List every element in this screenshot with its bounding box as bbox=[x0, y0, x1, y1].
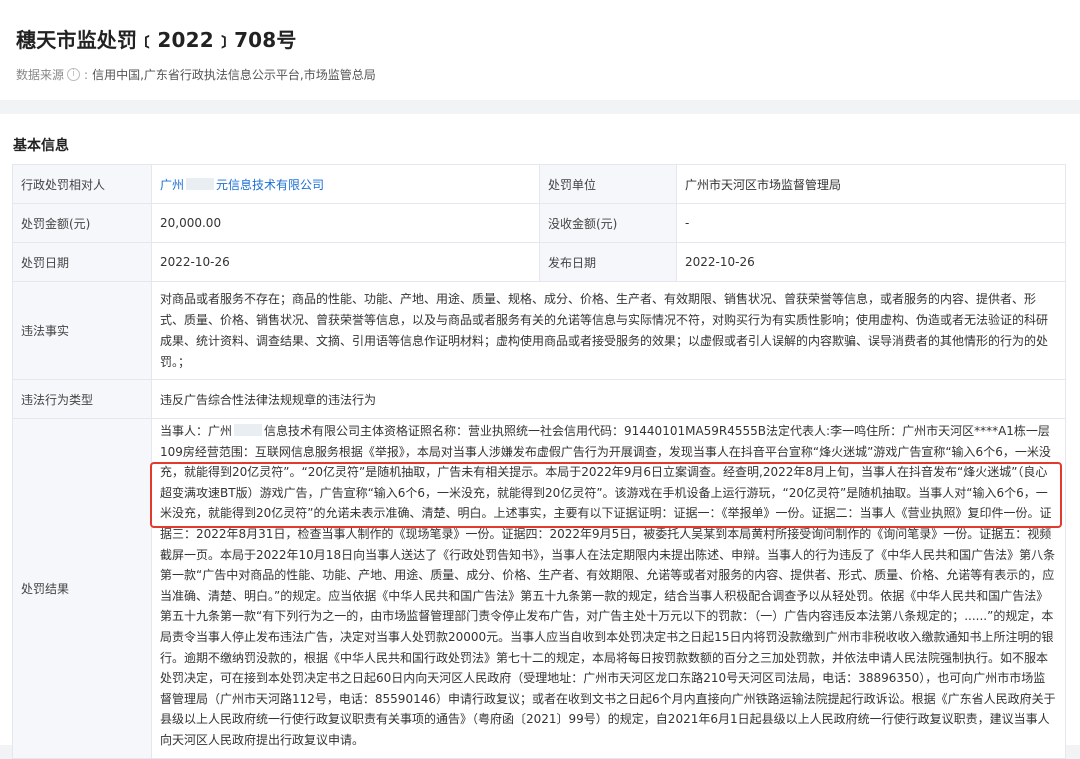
penalty-result-text: 当事人：广州 信息技术有限公司主体资格证照名称：营业执照统一社会信用代码：9144… bbox=[150, 419, 1062, 753]
label-confiscation: 没收金额(元) bbox=[539, 203, 677, 243]
penalty-result-prefix: 当事人：广州 bbox=[160, 424, 233, 438]
label-violation-facts: 违法事实 bbox=[12, 281, 152, 380]
label-violation-type: 违法行为类型 bbox=[12, 379, 152, 419]
table-row: 处罚金额(元) 20,000.00 没收金额(元) - bbox=[12, 203, 1066, 243]
authority-value: 广州市天河区市场监督管理局 bbox=[676, 164, 1066, 204]
penalty-result-value: 当事人：广州 信息技术有限公司主体资格证照名称：营业执照统一社会信用代码：9144… bbox=[150, 418, 1066, 759]
redaction-mark bbox=[186, 177, 215, 190]
table-row: 处罚结果 当事人：广州 信息技术有限公司主体资格证照名称：营业执照统一社会信用代码… bbox=[12, 418, 1066, 759]
table-row: 处罚日期 2022-10-26 发布日期 2022-10-26 bbox=[12, 242, 1066, 282]
page-header: 穗天市监处罚﹝2022﹞708号 数据来源 i : 信用中国,广东省行政执法信息… bbox=[0, 0, 1080, 100]
table-row: 违法行为类型 违反广告综合性法律法规规章的违法行为 bbox=[12, 379, 1066, 419]
fine-value: 20,000.00 bbox=[151, 203, 540, 243]
party-value[interactable]: 广州 元信息技术有限公司 bbox=[151, 164, 540, 204]
table-row: 违法事实 对商品或者服务不存在；商品的性能、功能、产地、用途、质量、规格、成分、… bbox=[12, 281, 1066, 380]
label-publish-date: 发布日期 bbox=[539, 242, 677, 282]
source-value: 信用中国,广东省行政执法信息公示平台,市场监管总局 bbox=[92, 68, 376, 82]
violation-facts-value: 对商品或者服务不存在；商品的性能、功能、产地、用途、质量、规格、成分、价格、生产… bbox=[151, 281, 1066, 380]
violation-type-value: 违反广告综合性法律法规规章的违法行为 bbox=[151, 379, 1066, 419]
publish-date-value: 2022-10-26 bbox=[676, 242, 1066, 282]
label-party: 行政处罚相对人 bbox=[12, 164, 152, 204]
redaction-mark bbox=[234, 424, 263, 436]
label-authority: 处罚单位 bbox=[539, 164, 677, 204]
section-title: 基本信息 bbox=[13, 138, 69, 154]
penalty-result-body: 信息技术有限公司主体资格证照名称：营业执照统一社会信用代码：91440101MA… bbox=[160, 424, 1056, 747]
source-label: 数据来源 bbox=[16, 68, 65, 82]
confiscation-value: - bbox=[676, 203, 1066, 243]
party-link-part2[interactable]: 元信息技术有限公司 bbox=[216, 178, 324, 192]
basic-info-panel: 基本信息 行政处罚相对人 广州 元信息技术有限公司 处罚单位 广州市天河区市场监督… bbox=[0, 114, 1080, 759]
source-colon: : bbox=[84, 67, 89, 82]
party-link-part1[interactable]: 广州 bbox=[160, 178, 184, 192]
data-source: 数据来源 i : 信用中国,广东省行政执法信息公示平台,市场监管总局 bbox=[16, 66, 376, 83]
table-row: 行政处罚相对人 广州 元信息技术有限公司 处罚单位 广州市天河区市场监督管理局 bbox=[12, 164, 1066, 204]
page-title: 穗天市监处罚﹝2022﹞708号 bbox=[16, 28, 297, 52]
info-icon[interactable]: i bbox=[67, 68, 81, 81]
violation-facts-text: 对商品或者服务不存在；商品的性能、功能、产地、用途、质量、规格、成分、价格、生产… bbox=[160, 291, 1049, 369]
label-fine: 处罚金额(元) bbox=[12, 203, 152, 243]
label-penalty-result: 处罚结果 bbox=[12, 418, 152, 759]
penalty-date-value: 2022-10-26 bbox=[151, 242, 540, 282]
basic-info-table: 行政处罚相对人 广州 元信息技术有限公司 处罚单位 广州市天河区市场监督管理局 处… bbox=[12, 164, 1066, 759]
label-penalty-date: 处罚日期 bbox=[12, 242, 152, 282]
